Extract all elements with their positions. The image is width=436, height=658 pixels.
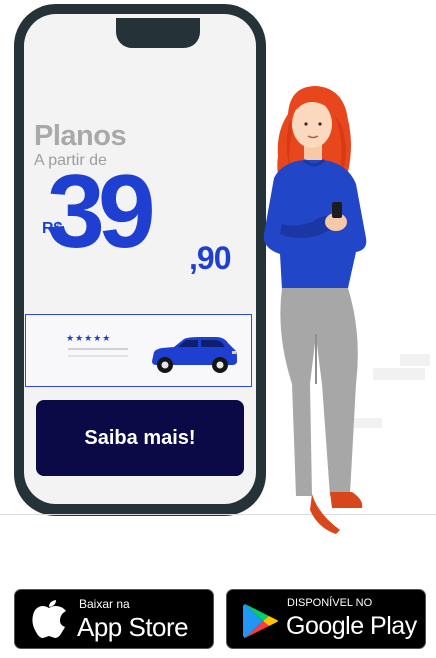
text-placeholder-line	[68, 355, 128, 357]
google-play-badge[interactable]: DISPONÍVEL NO Google Play	[226, 589, 426, 649]
phone-notch	[116, 18, 200, 48]
app-store-small-text: Baixar na	[79, 597, 130, 611]
price-integer: 39	[47, 154, 156, 270]
rating-stars: ★★★★★	[66, 333, 112, 343]
car-icon	[152, 337, 237, 373]
price-decimal: ,90	[189, 240, 231, 276]
saiba-mais-button[interactable]: Saiba mais!	[36, 400, 244, 476]
google-play-name: Google Play	[286, 612, 417, 640]
woman-illustration	[263, 86, 367, 534]
plan-title: Planos	[34, 120, 127, 152]
app-store-badge[interactable]: Baixar na App Store	[14, 589, 214, 649]
apple-icon	[32, 600, 66, 638]
google-play-small-text: DISPONÍVEL NO	[287, 597, 373, 609]
decorative-shape	[400, 354, 430, 366]
text-placeholder-line	[68, 348, 128, 350]
vehicle-card: ★★★★★	[25, 314, 252, 387]
app-store-name: App Store	[77, 612, 189, 642]
google-play-icon	[243, 604, 278, 638]
